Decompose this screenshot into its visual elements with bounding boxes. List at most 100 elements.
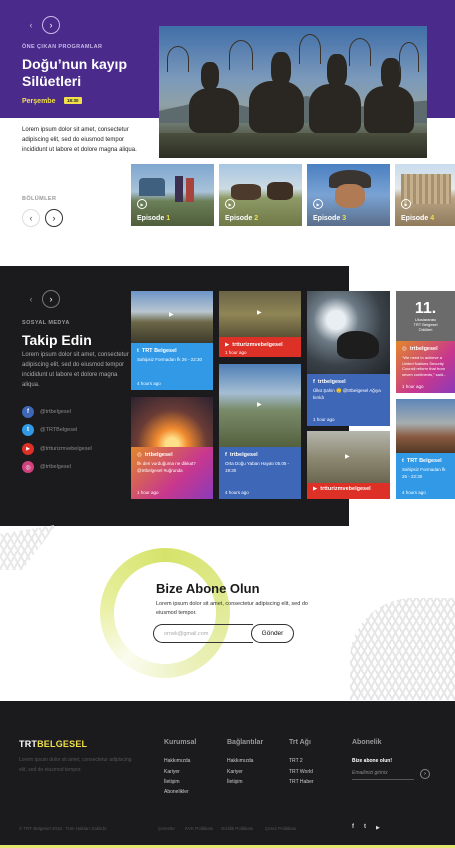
twitter-icon: t (402, 458, 404, 464)
social-card-twitter[interactable]: t TRT Belgesel Sahipsiz Formadan fk 26 - … (396, 399, 455, 499)
card-time: 1 hour ago (402, 384, 424, 389)
card-text: Ülkü Şahin 🙂 @trtbelgesel Ağıya kırıldı (313, 388, 381, 400)
social-account-name: @TRTBelgesel (40, 427, 78, 433)
reindeer (189, 88, 239, 133)
episode-label: Episode 3 (313, 215, 347, 222)
social-card-instagram[interactable]: ◎ trtbelgesel İlk deri vurduğuma ne dikka… (131, 397, 213, 499)
footer-link[interactable]: TRT 2 (289, 758, 303, 764)
subscribe-email-input[interactable]: ornek@gmail.com (153, 624, 253, 643)
social-title: Takip Edin (22, 332, 92, 348)
facebook-icon[interactable]: f (352, 824, 354, 830)
antler (229, 40, 253, 70)
newsletter-submit-button[interactable]: › (420, 769, 430, 779)
social-link-instagram[interactable]: ◎ @trtbelgesel (22, 461, 71, 473)
elephant (337, 331, 379, 359)
footer-bottom-link[interactable]: Çerezler (158, 826, 175, 831)
footer-about: Lorem ipsum dolor sit amet, consectetur … (19, 757, 132, 773)
play-icon: ▶ (137, 199, 147, 209)
twitter-icon: t (137, 348, 139, 354)
badge-text: Ödülleri (418, 326, 433, 332)
footer-link[interactable]: TRT Haber (289, 779, 314, 785)
hero-prev-button[interactable]: ‹ (22, 16, 40, 34)
social-account-name: @trtturizmvebelgesel (40, 446, 92, 452)
social-prev-button[interactable]: ‹ (22, 290, 40, 308)
social-card-facebook[interactable]: ▶ f trtbelgesel Orta Doğu Yaban Hayatı 05… (219, 364, 301, 499)
chevron-right-icon: › (424, 770, 426, 777)
play-icon: ▶ (401, 199, 411, 209)
post-image (396, 399, 455, 453)
episode-card[interactable]: ▶ Episode 1 (131, 164, 214, 226)
card-text: Orta Doğu Yaban Hayatı 05.05 - 19:30 (225, 461, 290, 473)
decorative-pattern (350, 598, 455, 700)
hero-description: Lorem ipsum dolor sit amet, consectetur … (22, 127, 137, 153)
subscribe-title: Bize Abone Olun (156, 581, 260, 596)
play-icon: ▶ (257, 402, 262, 408)
subscribe-description: Lorem ipsum dolor sit amet, consectetur … (156, 601, 308, 616)
footer-col-title: Abonelik (352, 739, 382, 746)
footer-link[interactable]: İletişim (227, 779, 243, 785)
antler (349, 38, 371, 66)
card-account: trtbelgesel (229, 452, 258, 458)
social-next-button[interactable]: › (42, 290, 60, 308)
chevron-right-icon: › (49, 293, 53, 304)
card-account: TRT Belgesel (141, 348, 177, 354)
footer-link[interactable]: TRT World (289, 769, 313, 775)
footer-col-title: Kurumsal (164, 739, 197, 746)
play-icon: ▶ (345, 454, 350, 460)
episodes-prev-button[interactable]: ‹ (22, 209, 40, 227)
episode-label: Episode 4 (401, 215, 435, 222)
footer-bottom-link[interactable]: Çerez Politikası (265, 826, 296, 831)
episode-label: Episode 1 (137, 215, 171, 222)
youtube-icon: ▶ (22, 443, 34, 455)
horse (231, 184, 261, 200)
hero-next-button[interactable]: › (42, 16, 60, 34)
social-card-youtube[interactable]: ▶ ▶ trtturizmvebelgesel 1 hour ago (219, 291, 301, 357)
footer-logo[interactable]: TRTBELGESEL (19, 739, 87, 749)
episode-card[interactable]: ▶ Episode 4 (395, 164, 455, 226)
social-card-facebook[interactable]: f trtbelgesel Ülkü Şahin 🙂 @trtbelgesel A… (307, 291, 390, 426)
social-link-facebook[interactable]: f @trtbelgesel (22, 406, 71, 418)
card-time: 4 hours ago (225, 490, 249, 495)
episode-label: Episode 2 (225, 215, 259, 222)
post-image (307, 291, 390, 374)
footer-link[interactable]: Hakkımızda (227, 758, 253, 764)
newsletter-email-input[interactable]: Emailinizi girinix (352, 770, 414, 780)
antler (299, 34, 321, 64)
footer-bottom-link[interactable]: KVK Politikası (185, 826, 213, 831)
play-icon: ▶ (225, 199, 235, 209)
twitter-icon[interactable]: t (364, 824, 366, 830)
rider (381, 58, 401, 90)
twitter-icon: t (22, 424, 34, 436)
social-link-twitter[interactable]: t @TRTBelgesel (22, 424, 77, 436)
reindeer (249, 81, 304, 133)
footer-col-title: Bağlantılar (227, 739, 264, 746)
youtube-icon: ▶ (225, 342, 230, 348)
social-card-youtube[interactable]: ▶ ▶ trtturizmvebelgesel (307, 431, 390, 499)
social-card-instagram[interactable]: 11. Uluslararası TRT Belgesel Ödülleri ◎… (396, 291, 455, 393)
play-icon: ▶ (257, 310, 262, 316)
card-account: trtbelgesel (409, 346, 438, 352)
subscribe-send-button[interactable]: Gönder (251, 624, 294, 643)
card-account: trtturizmvebelgesel (232, 342, 283, 348)
episode-card[interactable]: ▶ Episode 3 (307, 164, 390, 226)
hero-image[interactable] (159, 26, 427, 158)
footer-link[interactable]: Abonelikler (164, 789, 189, 795)
episodes-next-button[interactable]: › (45, 209, 63, 227)
footer-link[interactable]: Kariyer (227, 769, 243, 775)
youtube-icon[interactable]: ▶ (376, 825, 380, 831)
yurt (139, 178, 165, 196)
play-icon: ▶ (313, 199, 323, 209)
chevron-left-icon: ‹ (29, 212, 33, 223)
footer-link[interactable]: Hakkımızda (164, 758, 190, 764)
hero-title: Doğu’nun kayıp Silüetleri (22, 56, 127, 89)
social-card-twitter[interactable]: ▶ t TRT Belgesel Sahipsiz Formadan fk 26 … (131, 291, 213, 390)
footer-link[interactable]: Kariyer (164, 769, 180, 775)
episode-card[interactable]: ▶ Episode 2 (219, 164, 302, 226)
social-link-youtube[interactable]: ▶ @trtturizmvebelgesel (22, 443, 92, 455)
footer-bottom-link[interactable]: Gizlilik Politikası (221, 826, 253, 831)
rider (271, 52, 291, 86)
social-account-name: @trtbelgesel (40, 464, 71, 470)
post-image: ▶ (219, 291, 301, 337)
footer-link[interactable]: İletişim (164, 779, 180, 785)
card-text: Sahipsiz Formadan fk 26 - 22:30 (137, 357, 203, 362)
